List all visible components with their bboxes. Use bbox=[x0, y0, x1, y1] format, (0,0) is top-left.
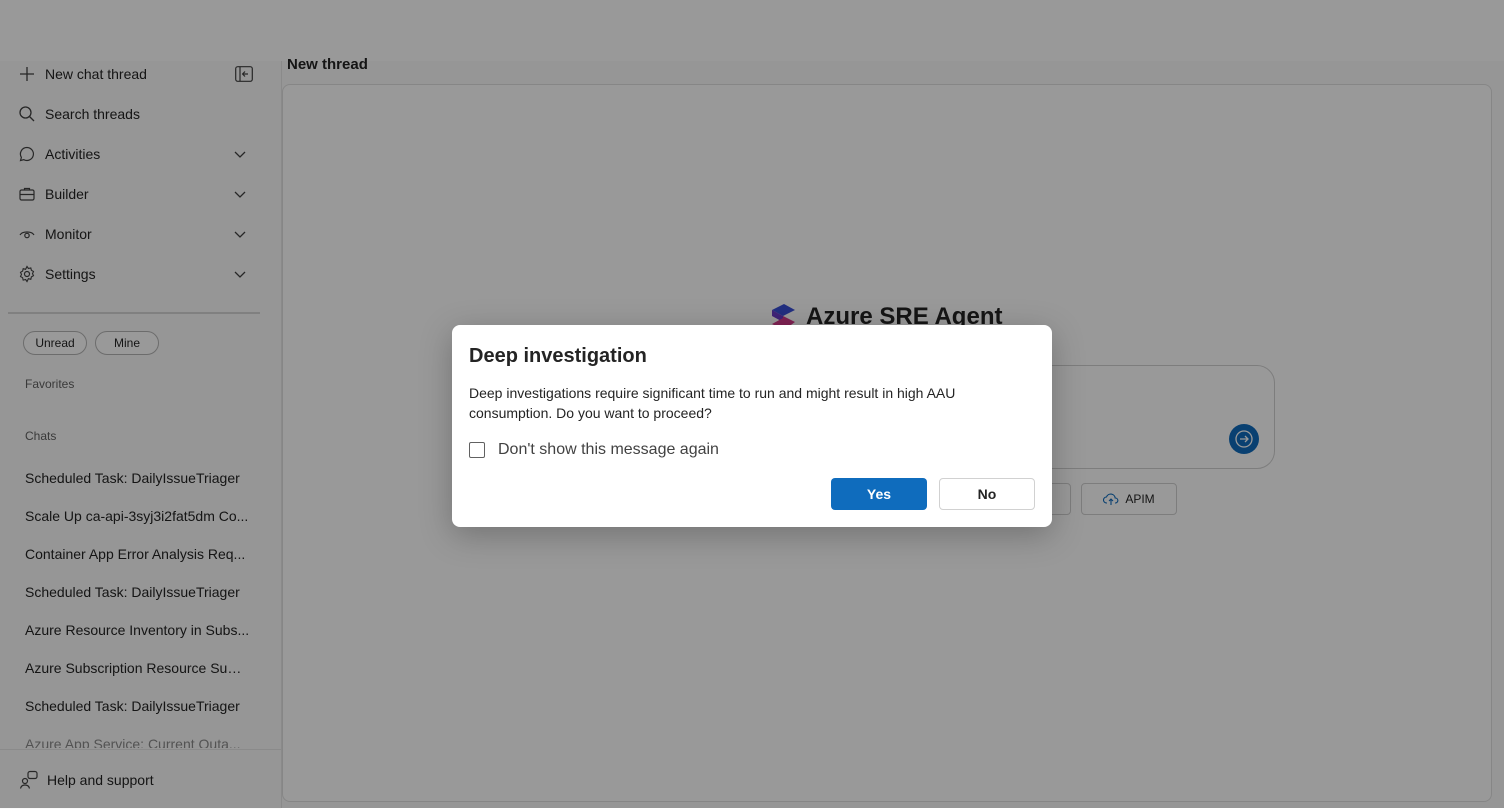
deep-investigation-dialog: Deep investigation Deep investigations r… bbox=[452, 325, 1052, 527]
yes-button[interactable]: Yes bbox=[831, 478, 927, 510]
dialog-message: Deep investigations require significant … bbox=[469, 385, 956, 421]
dont-show-again-option[interactable]: Don't show this message again bbox=[469, 441, 719, 459]
dialog-title: Deep investigation bbox=[469, 345, 647, 367]
dont-show-again-label: Don't show this message again bbox=[498, 441, 719, 458]
no-button[interactable]: No bbox=[939, 478, 1035, 510]
dont-show-again-checkbox[interactable] bbox=[469, 442, 485, 458]
